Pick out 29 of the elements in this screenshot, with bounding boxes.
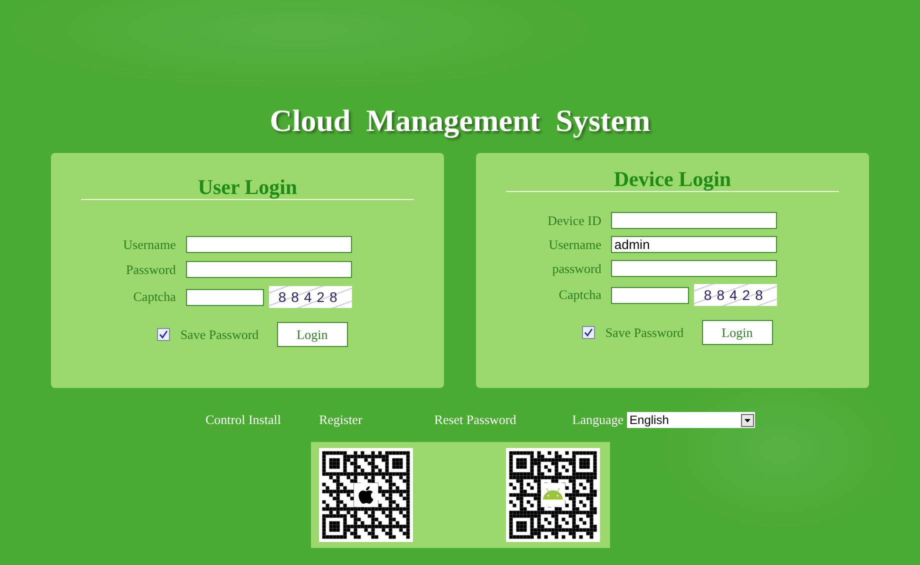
input-field[interactable]: admin bbox=[611, 236, 778, 253]
footer-link[interactable]: Reset Password bbox=[434, 412, 516, 428]
login-button[interactable]: Login bbox=[702, 320, 773, 345]
captcha-image: 88428 bbox=[694, 284, 778, 306]
field-label: Username bbox=[548, 236, 602, 252]
input-field[interactable] bbox=[186, 236, 352, 253]
save-password-checkbox[interactable]: Save Password bbox=[157, 326, 259, 342]
save-password-checkbox[interactable]: Save Password bbox=[582, 324, 684, 340]
field-label: Captcha bbox=[132, 289, 176, 305]
language-label: Language bbox=[572, 412, 624, 428]
field-label: Device ID bbox=[548, 212, 602, 228]
page-title: Cloud Management System bbox=[270, 103, 650, 139]
input-field[interactable] bbox=[611, 260, 778, 277]
panel-heading: Device Login bbox=[614, 167, 732, 191]
input-field[interactable] bbox=[186, 261, 352, 278]
field-label: password bbox=[551, 260, 602, 276]
captcha-field[interactable] bbox=[186, 288, 264, 306]
field-label: Password bbox=[125, 262, 176, 278]
field-label: Captcha bbox=[558, 287, 602, 303]
apple-icon bbox=[356, 485, 376, 505]
language-select[interactable]: English bbox=[626, 412, 755, 428]
captcha-field[interactable] bbox=[611, 286, 690, 304]
input-field[interactable] bbox=[611, 212, 778, 229]
field-label: Username bbox=[123, 236, 176, 252]
footer-link[interactable]: Control Install bbox=[205, 412, 281, 428]
login-button[interactable]: Login bbox=[276, 322, 348, 347]
panel-heading: User Login bbox=[198, 175, 298, 199]
footer-link[interactable]: Register bbox=[318, 412, 362, 428]
captcha-image: 88428 bbox=[268, 286, 352, 308]
